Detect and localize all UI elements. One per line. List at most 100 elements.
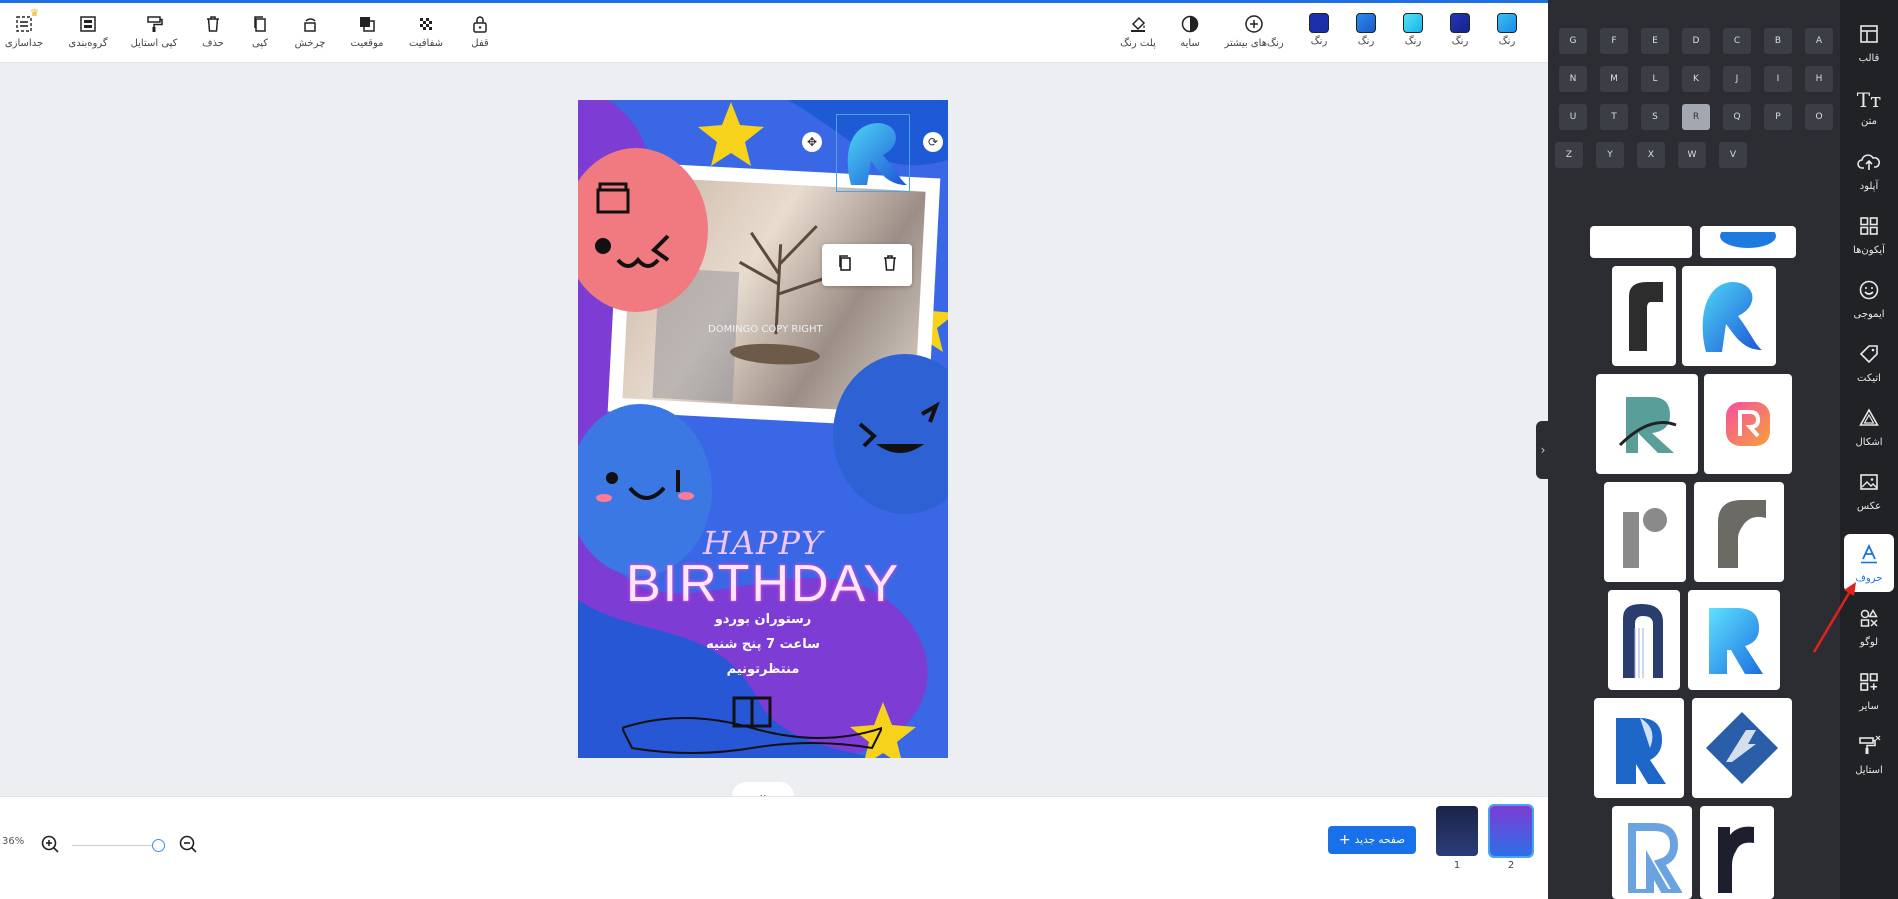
opacity-button[interactable]: شفافیت: [398, 13, 454, 49]
letter-g-button[interactable]: G: [1559, 28, 1587, 54]
letter-q-button[interactable]: Q: [1723, 104, 1751, 130]
trash-icon[interactable]: [880, 253, 900, 277]
nav-template[interactable]: قالب: [1844, 14, 1894, 72]
color-palette-button[interactable]: پلت رنگ: [1110, 13, 1166, 49]
nav-upload[interactable]: آپلود: [1844, 142, 1894, 200]
waiting-text[interactable]: منتظرتونیم: [578, 662, 948, 677]
letter-z-button[interactable]: Z: [1555, 142, 1583, 168]
letter-o-button[interactable]: O: [1805, 104, 1833, 130]
rotate-button[interactable]: چرخش: [282, 13, 338, 49]
color-swatch-box: [1356, 13, 1376, 33]
logo-card[interactable]: [1612, 806, 1692, 899]
grid-icon: [1858, 215, 1880, 241]
logo-card[interactable]: [1700, 226, 1796, 258]
element-context-menu: [822, 244, 912, 286]
color-swatch-5[interactable]: رنگ: [1479, 13, 1535, 47]
letter-b-button[interactable]: B: [1764, 28, 1792, 54]
letter-n-button[interactable]: N: [1559, 66, 1587, 92]
layers-icon: [356, 13, 378, 35]
paint-roller-icon: [1857, 735, 1881, 761]
rotate-icon: [299, 13, 321, 35]
logo-card[interactable]: [1612, 266, 1676, 366]
letter-c-button[interactable]: C: [1723, 28, 1751, 54]
logo-card[interactable]: [1604, 482, 1686, 582]
color-swatch-box: [1309, 13, 1329, 33]
plus-circle-icon: [1243, 13, 1265, 35]
logo-card[interactable]: [1694, 482, 1784, 582]
letter-m-button[interactable]: M: [1600, 66, 1628, 92]
restaurant-text[interactable]: رستوران بوردو: [578, 612, 948, 627]
letter-p-button[interactable]: P: [1764, 104, 1792, 130]
nav-shapes[interactable]: اشکال: [1844, 398, 1894, 456]
nav-icons[interactable]: آیکون‌ها: [1844, 206, 1894, 264]
nav-text[interactable]: Tт متن: [1844, 78, 1894, 136]
page-thumbnail-1[interactable]: [1436, 806, 1478, 856]
letter-a-button[interactable]: A: [1805, 28, 1833, 54]
copy-button[interactable]: کپی: [232, 13, 288, 49]
logo-card[interactable]: [1682, 266, 1776, 366]
logo-card[interactable]: [1596, 374, 1698, 474]
zoom-in-icon[interactable]: [40, 834, 60, 858]
logo-card[interactable]: [1594, 698, 1684, 798]
letter-e-button[interactable]: E: [1641, 28, 1669, 54]
shade-button[interactable]: سایه: [1162, 13, 1218, 49]
nav-label[interactable]: اتیکت: [1844, 334, 1894, 392]
letter-u-button[interactable]: U: [1559, 104, 1587, 130]
rotate-handle-icon[interactable]: ⟳: [923, 132, 943, 152]
cloud-upload-icon: [1857, 151, 1881, 177]
lock-icon: [469, 13, 491, 35]
letter-d-button[interactable]: D: [1682, 28, 1710, 54]
logo-card[interactable]: [1590, 226, 1692, 258]
move-handle-icon[interactable]: ✥: [802, 132, 822, 152]
design-canvas[interactable]: DOMINGO COPY RIGHT ✥ ⟳ HAPPY BIRTHDAY رس…: [578, 100, 948, 758]
time-text[interactable]: ساعت 7 پنج شنیه: [578, 637, 948, 652]
red-annotation-arrow: [1812, 582, 1856, 653]
nav-photo[interactable]: عکس: [1844, 462, 1894, 520]
zoom-out-icon[interactable]: [178, 834, 198, 858]
letter-i-button[interactable]: I: [1764, 66, 1792, 92]
position-button[interactable]: موقعیت: [339, 13, 395, 49]
letter-f-button[interactable]: F: [1600, 28, 1628, 54]
smile-icon: [1858, 279, 1880, 305]
zoom-slider-track[interactable]: [72, 845, 162, 846]
logo-card[interactable]: [1700, 806, 1774, 899]
letter-l-button[interactable]: L: [1641, 66, 1669, 92]
letter-s-button[interactable]: S: [1641, 104, 1669, 130]
logo-card[interactable]: [1692, 698, 1792, 798]
letter-v-button[interactable]: V: [1719, 142, 1747, 168]
page-thumbnail-2[interactable]: [1488, 804, 1534, 858]
ungroup-button[interactable]: ♛ جداسازی: [0, 9, 52, 50]
logo-card[interactable]: [1608, 590, 1680, 690]
copy-style-button[interactable]: کپی استایل: [126, 13, 182, 49]
letter-y-button[interactable]: Y: [1596, 142, 1624, 168]
logo-card[interactable]: [1688, 590, 1780, 690]
more-colors-button[interactable]: رنگ‌های بیشتر: [1224, 13, 1284, 49]
duplicate-icon[interactable]: [835, 253, 855, 277]
blue-balloon-right: [833, 354, 948, 514]
letter-h-button[interactable]: H: [1805, 66, 1833, 92]
copy-icon: [249, 13, 271, 35]
contrast-icon: [1179, 13, 1201, 35]
letter-x-button[interactable]: X: [1637, 142, 1665, 168]
letter-w-button[interactable]: W: [1678, 142, 1706, 168]
plus-icon: +: [1338, 832, 1351, 848]
lock-button[interactable]: قفل: [452, 13, 508, 49]
letter-r-button[interactable]: R: [1682, 104, 1710, 130]
nav-style[interactable]: استایل: [1844, 726, 1894, 784]
selected-element-frame[interactable]: [836, 114, 910, 192]
nav-other[interactable]: سایر: [1844, 662, 1894, 720]
paint-roller-icon: [143, 13, 165, 35]
logo-card[interactable]: [1704, 374, 1792, 474]
zoom-slider-handle[interactable]: [152, 839, 165, 852]
group-icon: [77, 13, 99, 35]
watermark-text: DOMINGO COPY RIGHT: [708, 324, 823, 335]
panel-collapse-toggle[interactable]: ›: [1536, 421, 1550, 479]
page-number: 2: [1507, 860, 1515, 871]
birthday-text[interactable]: BIRTHDAY: [578, 554, 948, 614]
group-button[interactable]: گروه‌بندی: [60, 13, 116, 49]
letter-t-button[interactable]: T: [1600, 104, 1628, 130]
letter-j-button[interactable]: J: [1723, 66, 1751, 92]
letter-k-button[interactable]: K: [1682, 66, 1710, 92]
new-page-button[interactable]: + صفحه جدید: [1328, 826, 1416, 854]
nav-emoji[interactable]: ایموجی: [1844, 270, 1894, 328]
